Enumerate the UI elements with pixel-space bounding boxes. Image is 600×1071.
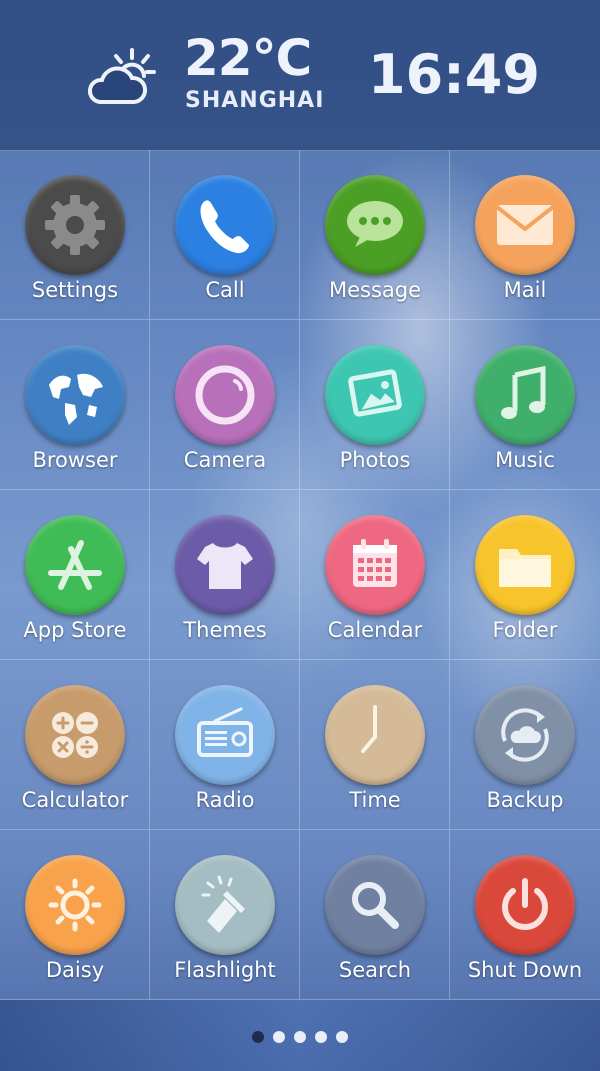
page-dot[interactable]	[336, 1031, 348, 1043]
app-app-store[interactable]: App Store	[0, 490, 150, 660]
magnifier-icon	[325, 855, 425, 955]
clock-time: 16:49	[368, 43, 540, 106]
cloud-sync-icon	[475, 685, 575, 785]
globe-icon	[25, 345, 125, 445]
app-label: Themes	[183, 618, 267, 642]
app-label: Browser	[32, 448, 118, 472]
app-label: Settings	[31, 278, 119, 302]
app-backup[interactable]: Backup	[450, 660, 600, 830]
app-flashlight[interactable]: Flashlight	[150, 830, 300, 1000]
app-label: Music	[495, 448, 555, 472]
partly-cloudy-icon	[87, 48, 156, 104]
app-folder[interactable]: Folder	[450, 490, 600, 660]
temperature: 22℃	[184, 29, 312, 87]
clock-icon	[325, 685, 425, 785]
app-label: Camera	[183, 448, 267, 472]
app-label: Radio	[195, 788, 255, 812]
app-camera[interactable]: Camera	[150, 320, 300, 490]
app-label: Flashlight	[174, 958, 276, 982]
envelope-icon	[475, 175, 575, 275]
app-label: Shut Down	[467, 958, 583, 982]
app-message[interactable]: Message	[300, 150, 450, 320]
radio-icon	[175, 685, 275, 785]
app-label: App Store	[23, 618, 127, 642]
app-label: Calculator	[21, 788, 129, 812]
app-label: Message	[328, 278, 422, 302]
gear-icon	[25, 175, 125, 275]
power-icon	[475, 855, 575, 955]
app-label: Folder	[492, 618, 558, 642]
app-call[interactable]: Call	[150, 150, 300, 320]
app-calendar[interactable]: Calendar	[300, 490, 450, 660]
phone-icon	[175, 175, 275, 275]
app-label: Photos	[339, 448, 411, 472]
app-label: Daisy	[45, 958, 105, 982]
tshirt-icon	[175, 515, 275, 615]
app-radio[interactable]: Radio	[150, 660, 300, 830]
status-header: 22℃ SHANGHAI 16:49	[0, 0, 600, 151]
page-dot[interactable]	[294, 1031, 306, 1043]
app-label: Mail	[503, 278, 547, 302]
app-label: Call	[205, 278, 245, 302]
page-dot[interactable]	[252, 1031, 264, 1043]
app-shut-down[interactable]: Shut Down	[450, 830, 600, 1000]
page-indicator[interactable]	[252, 1031, 348, 1043]
calendar-icon	[325, 515, 425, 615]
flashlight-icon	[175, 855, 275, 955]
app-settings[interactable]: Settings	[0, 150, 150, 320]
app-store-icon	[25, 515, 125, 615]
photos-icon	[325, 345, 425, 445]
app-time[interactable]: Time	[300, 660, 450, 830]
music-note-icon	[475, 345, 575, 445]
app-browser[interactable]: Browser	[0, 320, 150, 490]
calculator-icon	[25, 685, 125, 785]
sun-icon	[25, 855, 125, 955]
app-search[interactable]: Search	[300, 830, 450, 1000]
page-dot[interactable]	[273, 1031, 285, 1043]
app-label: Calendar	[327, 618, 423, 642]
city-name: SHANGHAI	[185, 88, 325, 113]
camera-lens-icon	[175, 345, 275, 445]
page-dot[interactable]	[315, 1031, 327, 1043]
app-mail[interactable]: Mail	[450, 150, 600, 320]
app-label: Time	[349, 788, 401, 812]
app-music[interactable]: Music	[450, 320, 600, 490]
app-photos[interactable]: Photos	[300, 320, 450, 490]
app-daisy[interactable]: Daisy	[0, 830, 150, 1000]
app-calculator[interactable]: Calculator	[0, 660, 150, 830]
app-label: Search	[338, 958, 412, 982]
chat-bubble-icon	[325, 175, 425, 275]
app-themes[interactable]: Themes	[150, 490, 300, 660]
app-grid: Settings Call Message Mail Browser Camer…	[0, 150, 600, 1000]
folder-icon	[475, 515, 575, 615]
app-label: Backup	[486, 788, 564, 812]
